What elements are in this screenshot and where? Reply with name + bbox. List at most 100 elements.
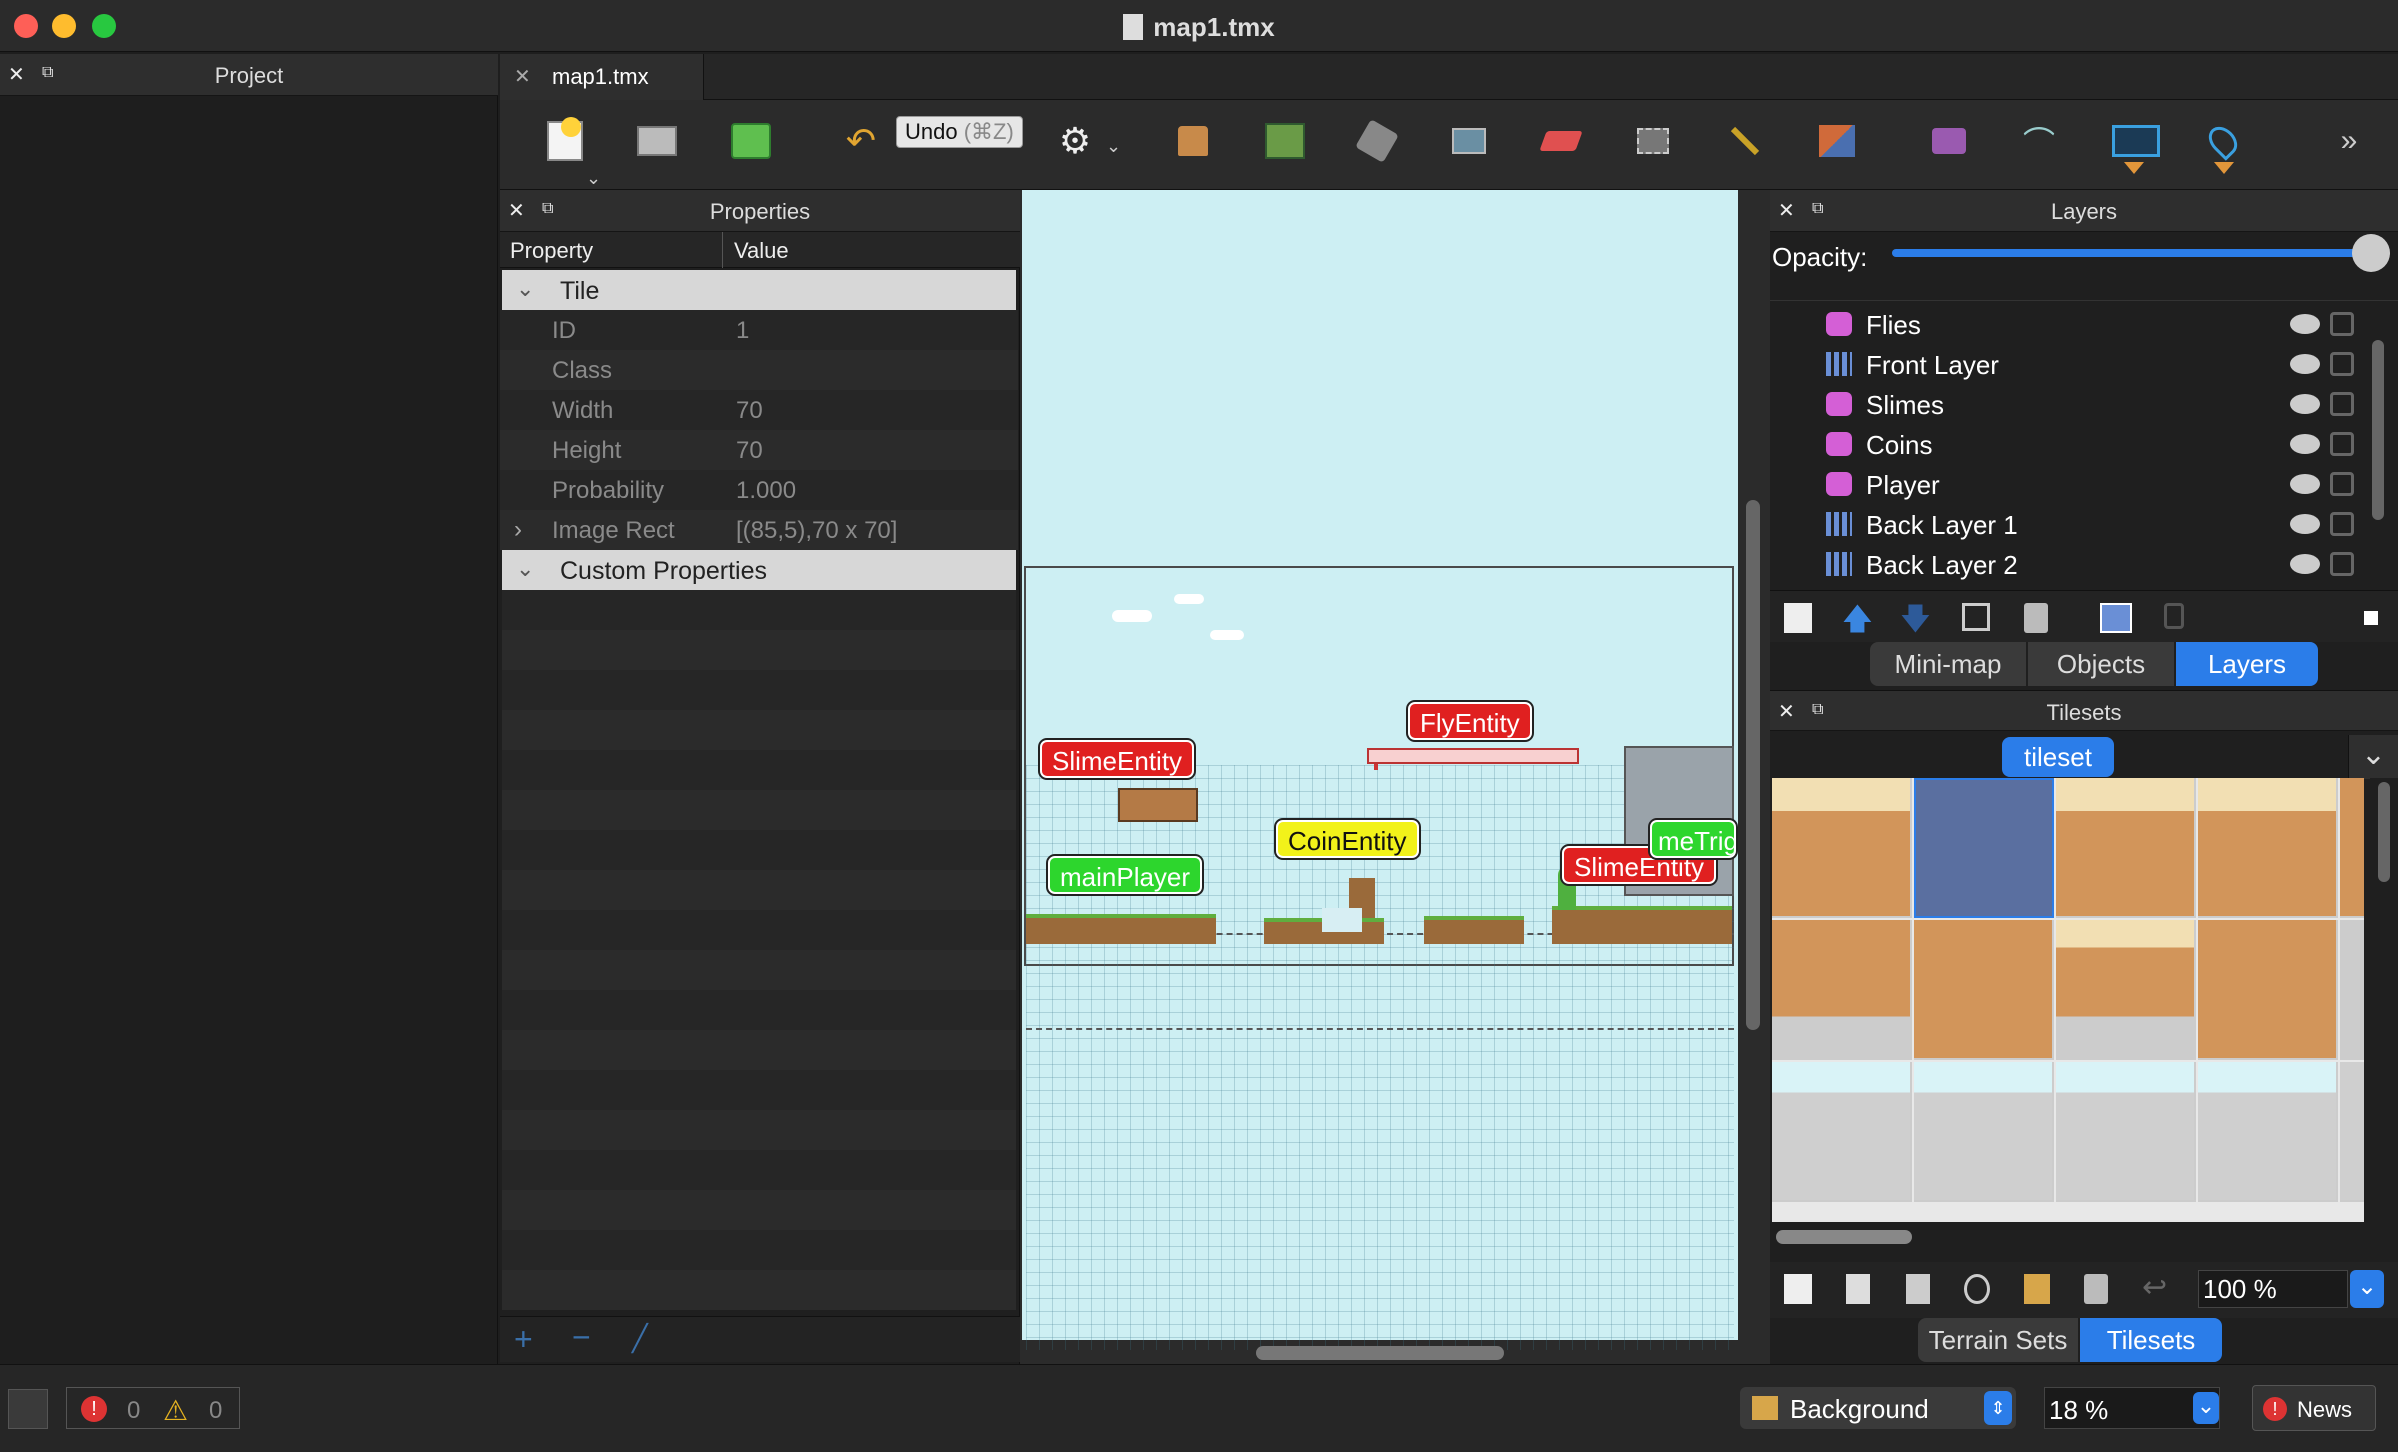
select-objects-button[interactable] xyxy=(1926,118,1972,164)
tile[interactable] xyxy=(1772,920,1912,1060)
eraser-button[interactable] xyxy=(1538,118,1584,164)
entity-label[interactable]: meTrig xyxy=(1650,820,1736,858)
property-row[interactable]: Class xyxy=(500,350,1018,390)
eye-icon[interactable] xyxy=(2290,474,2320,494)
dynamic-wrap-icon[interactable]: ↩ xyxy=(2142,1270,2167,1305)
remove-tileset-icon[interactable] xyxy=(2084,1274,2108,1304)
new-tileset-icon[interactable] xyxy=(1784,1274,1812,1304)
edit-tileset-icon[interactable] xyxy=(1964,1274,1990,1304)
property-row[interactable]: Probability 1.000 xyxy=(500,470,1018,510)
dropdown-arrow-icon[interactable] xyxy=(2124,162,2144,174)
eye-icon[interactable] xyxy=(2290,354,2320,374)
layer-item-coins[interactable]: Coins xyxy=(1772,424,2372,464)
value-column[interactable]: Value xyxy=(734,238,789,264)
map-horizontal-scrollbar[interactable] xyxy=(1256,1346,1504,1360)
property-column[interactable]: Property xyxy=(510,238,593,264)
insert-rectangle-button[interactable] xyxy=(2108,118,2164,164)
add-property-icon[interactable]: + xyxy=(514,1321,533,1358)
tile[interactable] xyxy=(2198,1062,2338,1202)
chevron-right-icon[interactable]: › xyxy=(514,516,522,544)
lower-layer-icon[interactable]: 🡇 xyxy=(1900,597,1931,648)
eye-icon[interactable] xyxy=(2290,394,2320,414)
eye-icon[interactable] xyxy=(2290,554,2320,574)
rectangle-select-button[interactable] xyxy=(1630,118,1676,164)
shape-fill-button[interactable] xyxy=(1446,118,1492,164)
chevron-down-icon[interactable]: ⌄ xyxy=(586,168,601,189)
magic-wand-button[interactable] xyxy=(1722,118,1768,164)
tab-tilesets[interactable]: Tilesets xyxy=(2080,1318,2222,1362)
tile[interactable] xyxy=(2056,778,2196,918)
tile[interactable] xyxy=(2198,778,2338,918)
lock-icon[interactable] xyxy=(2330,512,2354,536)
edit-polygons-button[interactable]: ⌒ xyxy=(2016,118,2062,164)
zoom-combo[interactable]: 18 % ⌄ xyxy=(2044,1387,2220,1429)
chevron-down-icon[interactable]: ⌄ xyxy=(516,556,534,582)
tile[interactable] xyxy=(2340,1062,2364,1202)
toolbar-overflow-button[interactable]: » xyxy=(2326,118,2372,164)
lock-unlock-others-icon[interactable] xyxy=(2164,603,2184,629)
tile[interactable] xyxy=(2340,778,2364,918)
property-row[interactable]: Height 70 xyxy=(500,430,1018,470)
custom-properties-list[interactable] xyxy=(502,590,1016,1310)
tileset-view[interactable] xyxy=(1772,778,2364,1222)
export-tileset-icon[interactable] xyxy=(1906,1274,1930,1304)
console-icon[interactable] xyxy=(8,1389,48,1429)
group-custom-properties[interactable]: ⌄ Custom Properties xyxy=(502,550,1016,590)
new-layer-icon[interactable] xyxy=(1784,603,1812,633)
layer-item-flies[interactable]: Flies xyxy=(1772,304,2372,344)
map-canvas[interactable]: SlimeEntity FlyEntity mainPlayer CoinEnt… xyxy=(1022,190,1738,1350)
layer-select[interactable]: Background ⇕ xyxy=(1740,1387,2016,1429)
tile[interactable] xyxy=(1772,778,1912,918)
column-divider[interactable] xyxy=(722,232,723,268)
insert-point-button[interactable] xyxy=(2200,118,2246,164)
tile[interactable] xyxy=(1914,920,2054,1060)
eye-icon[interactable] xyxy=(2290,434,2320,454)
undo-button[interactable]: ↶ xyxy=(838,118,884,164)
tab-terrain-sets[interactable]: Terrain Sets xyxy=(1918,1318,2078,1362)
group-tile[interactable]: ⌄ Tile xyxy=(502,270,1016,310)
tab-minimap[interactable]: Mini-map xyxy=(1870,642,2026,686)
property-row[interactable]: ID 1 xyxy=(500,310,1018,350)
tile[interactable] xyxy=(2056,920,2196,1060)
tab-objects[interactable]: Objects xyxy=(2028,642,2174,686)
layer-item-slimes[interactable]: Slimes xyxy=(1772,384,2372,424)
tile[interactable] xyxy=(2340,920,2364,1060)
dropdown-arrow-icon[interactable] xyxy=(2214,162,2234,174)
replace-tileset-icon[interactable] xyxy=(2024,1274,2050,1304)
delete-layer-icon[interactable] xyxy=(2024,603,2048,633)
layer-item-back-layer-2[interactable]: Back Layer 2 xyxy=(1772,544,2372,584)
entity-label[interactable]: FlyEntity xyxy=(1408,702,1532,740)
entity-label[interactable]: mainPlayer xyxy=(1048,856,1203,894)
show-hide-others-icon[interactable] xyxy=(2100,603,2132,633)
chevron-down-icon[interactable]: ⌄ xyxy=(516,276,534,302)
issues-button[interactable]: ! 0 ⚠ 0 xyxy=(66,1387,240,1429)
embed-tileset-icon[interactable] xyxy=(1846,1274,1870,1304)
tile[interactable] xyxy=(2056,1062,2196,1202)
tileset-horizontal-scrollbar[interactable] xyxy=(1776,1230,1912,1244)
tab-map1[interactable]: ✕ map1.tmx xyxy=(500,54,704,100)
tile-selected[interactable] xyxy=(1914,778,2054,918)
close-tab-icon[interactable]: ✕ xyxy=(514,64,531,89)
layer-item-front-layer[interactable]: Front Layer xyxy=(1772,344,2372,384)
news-button[interactable]: ! News xyxy=(2252,1385,2376,1431)
entity-label[interactable]: CoinEntity xyxy=(1276,820,1419,858)
opacity-slider-track[interactable] xyxy=(1892,249,2370,257)
lock-icon[interactable] xyxy=(2330,472,2354,496)
save-button[interactable] xyxy=(728,118,774,164)
lock-icon[interactable] xyxy=(2330,352,2354,376)
property-row[interactable]: Width 70 xyxy=(500,390,1018,430)
command-button[interactable]: ⚙ xyxy=(1052,118,1098,164)
layers-scrollbar[interactable] xyxy=(2372,340,2384,520)
map-vertical-scrollbar[interactable] xyxy=(1746,500,1760,1030)
tile[interactable] xyxy=(1772,1062,1912,1202)
eye-icon[interactable] xyxy=(2290,314,2320,334)
duplicate-layer-icon[interactable] xyxy=(1962,603,1990,631)
command-chevron-icon[interactable]: ⌄ xyxy=(1106,136,1121,157)
eye-icon[interactable] xyxy=(2290,514,2320,534)
edit-property-icon[interactable]: ╱ xyxy=(632,1323,648,1354)
fly-entity-box[interactable] xyxy=(1367,748,1579,764)
bucket-fill-button[interactable] xyxy=(1354,118,1400,164)
tile[interactable] xyxy=(2198,920,2338,1060)
layer-item-player[interactable]: Player xyxy=(1772,464,2372,504)
terrain-brush-button[interactable] xyxy=(1262,118,1308,164)
